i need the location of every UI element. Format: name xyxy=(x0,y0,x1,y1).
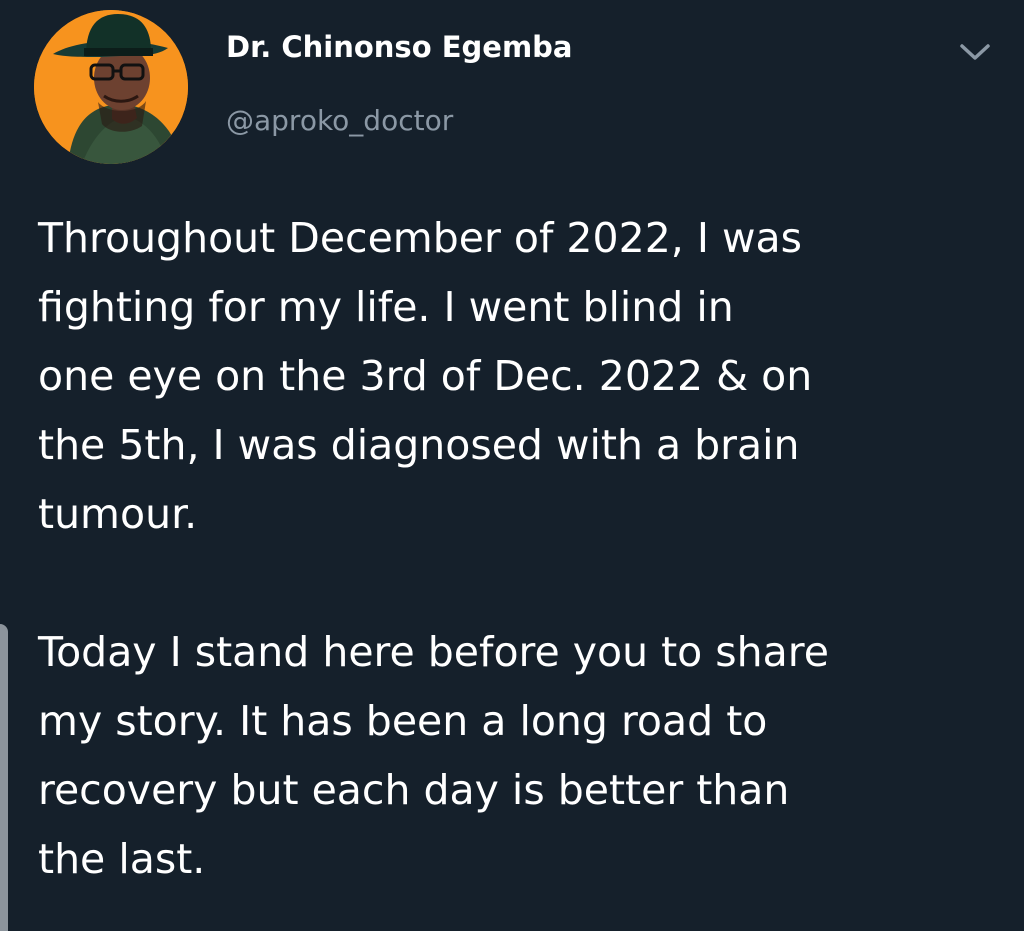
tweet-paragraph: Today I stand here before you to share m… xyxy=(38,628,829,883)
avatar[interactable] xyxy=(34,10,188,164)
scroll-edge-indicator xyxy=(0,624,8,931)
profile-photo xyxy=(34,10,188,164)
tweet-card: Dr. Chinonso Egemba @aproko_doctor Throu… xyxy=(0,0,1024,931)
chevron-down-icon[interactable] xyxy=(954,38,996,66)
tweet-paragraph: Throughout December of 2022, I was fight… xyxy=(38,214,813,538)
tweet-text: Throughout December of 2022, I was fight… xyxy=(38,204,998,894)
user-handle[interactable]: @aproko_doctor xyxy=(226,104,453,137)
display-name[interactable]: Dr. Chinonso Egemba xyxy=(226,30,573,64)
